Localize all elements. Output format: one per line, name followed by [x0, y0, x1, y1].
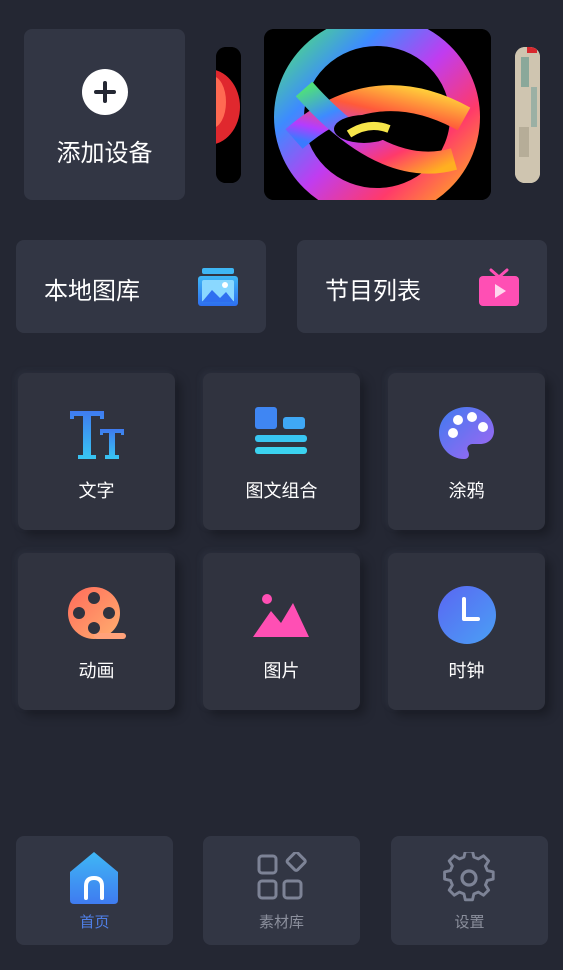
device-thumbnail-next[interactable] [515, 47, 540, 183]
nav-home-label: 首页 [79, 913, 110, 931]
tool-animation[interactable]: 动画 [18, 553, 175, 710]
palette-icon [439, 407, 494, 459]
gear-icon [443, 852, 495, 902]
add-device-button[interactable]: 添加设备 [24, 29, 185, 200]
clock-icon [438, 586, 496, 644]
add-device-label: 添加设备 [56, 139, 153, 167]
tool-picture[interactable]: 图片 [203, 553, 360, 710]
plus-icon [82, 69, 128, 115]
local-gallery-label: 本地图库 [44, 277, 140, 305]
tool-text[interactable]: 文字 [18, 373, 175, 530]
program-list-button[interactable]: 节目列表 [297, 240, 547, 333]
tool-image-text[interactable]: 图文组合 [203, 373, 360, 530]
nav-material-library-label: 素材库 [258, 913, 304, 931]
device-thumbnail-current[interactable] [264, 29, 491, 200]
tool-image-text-label: 图文组合 [245, 481, 318, 502]
material-icon [257, 852, 307, 900]
tool-clock[interactable]: 时钟 [388, 553, 545, 710]
home-icon [70, 852, 118, 904]
layout-icon [255, 407, 307, 454]
text-icon [70, 411, 124, 459]
thumbnail-image [515, 47, 540, 183]
tool-picture-label: 图片 [263, 661, 300, 682]
tv-icon [479, 268, 519, 306]
thumbnail-image [216, 47, 241, 183]
gallery-icon [198, 268, 238, 306]
nav-settings-label: 设置 [454, 913, 485, 931]
tool-graffiti[interactable]: 涂鸦 [388, 373, 545, 530]
nav-settings[interactable]: 设置 [391, 836, 548, 945]
tool-clock-label: 时钟 [448, 661, 485, 682]
image-icon [253, 594, 309, 637]
tool-animation-label: 动画 [78, 661, 115, 682]
nav-material-library[interactable]: 素材库 [203, 836, 360, 945]
nav-home[interactable]: 首页 [16, 836, 173, 945]
program-list-label: 节目列表 [325, 277, 421, 305]
thumbnail-image [264, 29, 491, 200]
film-reel-icon [68, 587, 126, 639]
device-thumbnail-previous[interactable] [216, 47, 241, 183]
local-gallery-button[interactable]: 本地图库 [16, 240, 266, 333]
tool-graffiti-label: 涂鸦 [448, 481, 485, 502]
tool-text-label: 文字 [78, 481, 115, 502]
